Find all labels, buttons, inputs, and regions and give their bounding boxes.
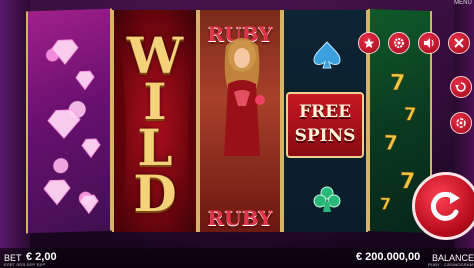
balance-value: € 200.000,00	[356, 251, 421, 263]
seven-icon: 7	[400, 169, 415, 195]
menu-label[interactable]: MENU	[452, 0, 474, 10]
seven-icon: 7	[390, 71, 405, 97]
diamond-icon	[43, 179, 71, 206]
reel-2-wild: W I L D	[112, 10, 198, 232]
reel-3-ruby-queen: RUBY RUBY	[198, 10, 282, 232]
balance-sub-text: RUBY · CASINOGRAM	[428, 262, 474, 267]
favorite-icon	[364, 38, 374, 48]
close-icon	[454, 38, 464, 48]
ruby-queen-figure	[224, 38, 265, 156]
reel-4-free-spins: FREE SPINS	[282, 10, 368, 232]
autoplay-button[interactable]	[450, 112, 472, 134]
bet-sub-text: ЕЛЕГ ЛОЯ ЕЕР ЕЕР	[4, 262, 46, 267]
diamond-icon	[81, 138, 101, 159]
spin-button[interactable]	[412, 172, 474, 240]
spin-icon	[430, 191, 460, 221]
sound-icon	[424, 38, 434, 48]
sound-button[interactable]	[418, 32, 440, 54]
history-button[interactable]	[450, 76, 472, 98]
reel-1-diamonds	[26, 8, 112, 234]
diamond-icon	[51, 39, 79, 65]
club-icon	[313, 186, 341, 212]
spade-icon	[313, 41, 341, 69]
diamond-symbols	[43, 39, 101, 215]
ruby-title-bottom: RUBY	[207, 206, 273, 230]
diamond-icon	[75, 70, 95, 91]
bottom-info-bar: BET € 2,00 ЕЛЕГ ЛОЯ ЕЕР ЕЕР € 200.000,00…	[0, 248, 474, 268]
settings-icon	[394, 38, 404, 48]
diamond-icon	[79, 194, 99, 215]
autoplay-icon	[456, 118, 466, 128]
seven-icon: 7	[384, 130, 398, 154]
diamond-icon	[47, 109, 81, 139]
free-spins-symbol: FREE SPINS	[286, 92, 364, 158]
seven-icon: 7	[404, 104, 417, 125]
game-stage: W I L D RUBY RUBY FREE SPINS 7 7 7 7 7 M…	[0, 0, 474, 268]
close-button[interactable]	[448, 32, 470, 54]
settings-button[interactable]	[388, 32, 410, 54]
history-icon	[455, 82, 466, 92]
free-spins-line2: SPINS	[294, 126, 356, 146]
free-spins-line1: FREE	[298, 102, 352, 122]
wild-letter-d: D	[133, 164, 177, 223]
favorite-button[interactable]	[358, 32, 380, 54]
seven-icon: 7	[380, 194, 391, 213]
